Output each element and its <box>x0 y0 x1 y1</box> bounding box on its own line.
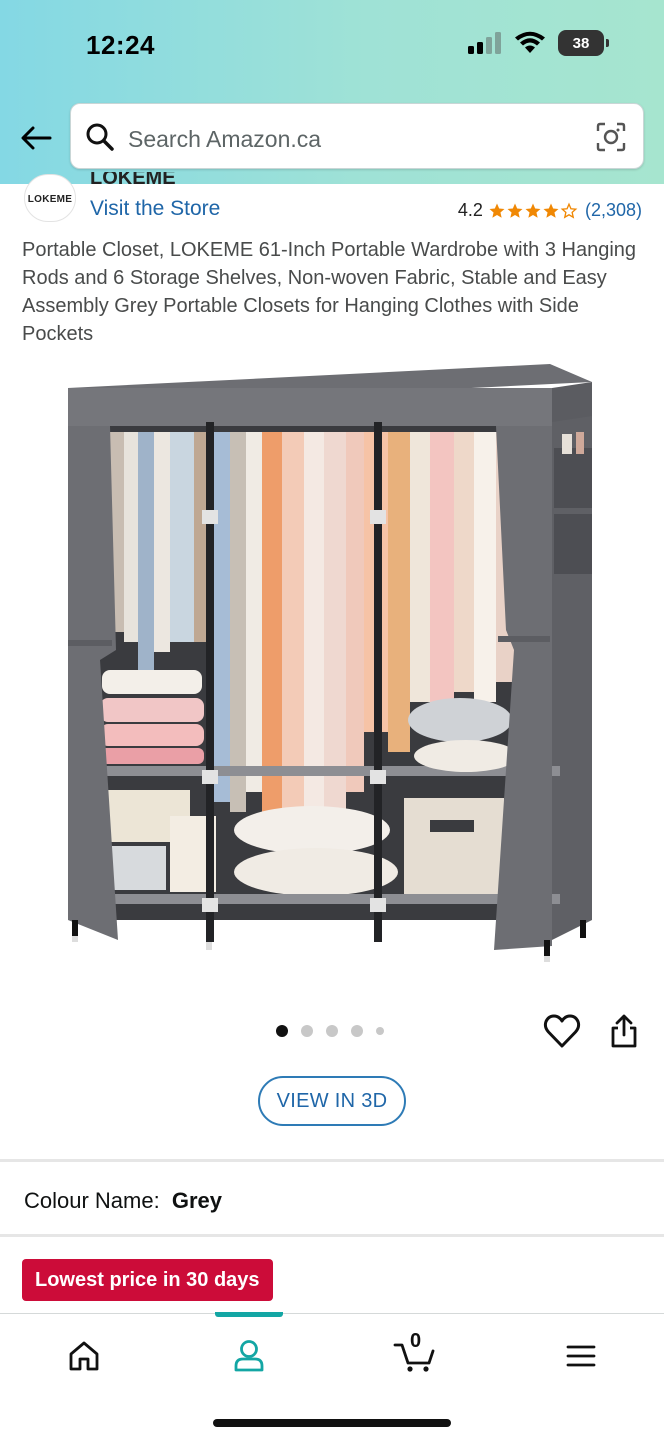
divider <box>0 1234 664 1237</box>
carousel-dot[interactable] <box>326 1025 338 1037</box>
divider <box>0 1159 664 1162</box>
product-title: Portable Closet, LOKEME 61-Inch Portable… <box>22 239 637 345</box>
header: 12:24 38 Search Amazon.ca <box>0 0 664 184</box>
star-icon <box>525 203 541 218</box>
star-rating <box>488 202 578 220</box>
rating[interactable]: 4.2 (2,308) <box>458 200 642 221</box>
nav-home[interactable] <box>54 1336 114 1376</box>
nav-account[interactable] <box>219 1336 279 1376</box>
brand-logo[interactable]: LOKEME <box>24 174 76 222</box>
rating-value: 4.2 <box>457 200 483 220</box>
cart-count: 0 <box>410 1330 422 1352</box>
menu-icon <box>566 1345 596 1367</box>
camera-search-icon[interactable] <box>595 121 627 153</box>
rating-count: (2,308) <box>584 200 642 220</box>
battery-icon: 38 <box>558 30 609 56</box>
status-time: 12:24 <box>86 30 155 60</box>
signal-icon <box>468 32 501 54</box>
search-icon <box>86 123 114 151</box>
brand-logo-text: LOKEME <box>27 193 73 205</box>
carousel-dot[interactable] <box>351 1025 363 1037</box>
brand-name: LOKEME <box>90 172 176 184</box>
share-icon[interactable] <box>608 1013 640 1049</box>
nav-cart[interactable]: 0 <box>385 1330 445 1376</box>
back-arrow-icon <box>21 126 52 150</box>
product-image[interactable] <box>60 360 608 970</box>
account-icon <box>234 1340 264 1372</box>
search-input[interactable]: Search Amazon.ca <box>70 103 644 169</box>
carousel-dots[interactable] <box>276 1025 384 1037</box>
star-outline-icon <box>560 202 578 219</box>
colour-label: Colour Name: <box>24 1188 160 1213</box>
visit-store-link[interactable]: Visit the Store <box>90 197 220 221</box>
battery-level: 38 <box>572 34 590 52</box>
star-icon <box>543 203 559 218</box>
deal-badge: Lowest price in 30 days <box>22 1259 273 1301</box>
search-placeholder: Search Amazon.ca <box>128 126 322 152</box>
back-button[interactable] <box>16 120 56 156</box>
carousel-dot[interactable] <box>376 1027 384 1035</box>
wifi-icon <box>515 31 545 53</box>
colour-value: Grey <box>171 1188 222 1213</box>
nav-menu[interactable] <box>551 1336 611 1376</box>
star-icon <box>489 203 505 218</box>
view-in-3d-button[interactable]: VIEW IN 3D <box>258 1076 406 1126</box>
carousel-dot[interactable] <box>301 1025 313 1037</box>
star-icon <box>507 203 523 218</box>
home-indicator <box>213 1419 451 1427</box>
colour-row: Colour Name: Grey <box>24 1188 222 1214</box>
nav-active-indicator <box>215 1312 283 1317</box>
carousel-dot[interactable] <box>276 1025 288 1037</box>
status-icons: 38 <box>468 30 609 56</box>
home-icon <box>69 1341 99 1371</box>
wishlist-heart-icon[interactable] <box>543 1013 581 1049</box>
